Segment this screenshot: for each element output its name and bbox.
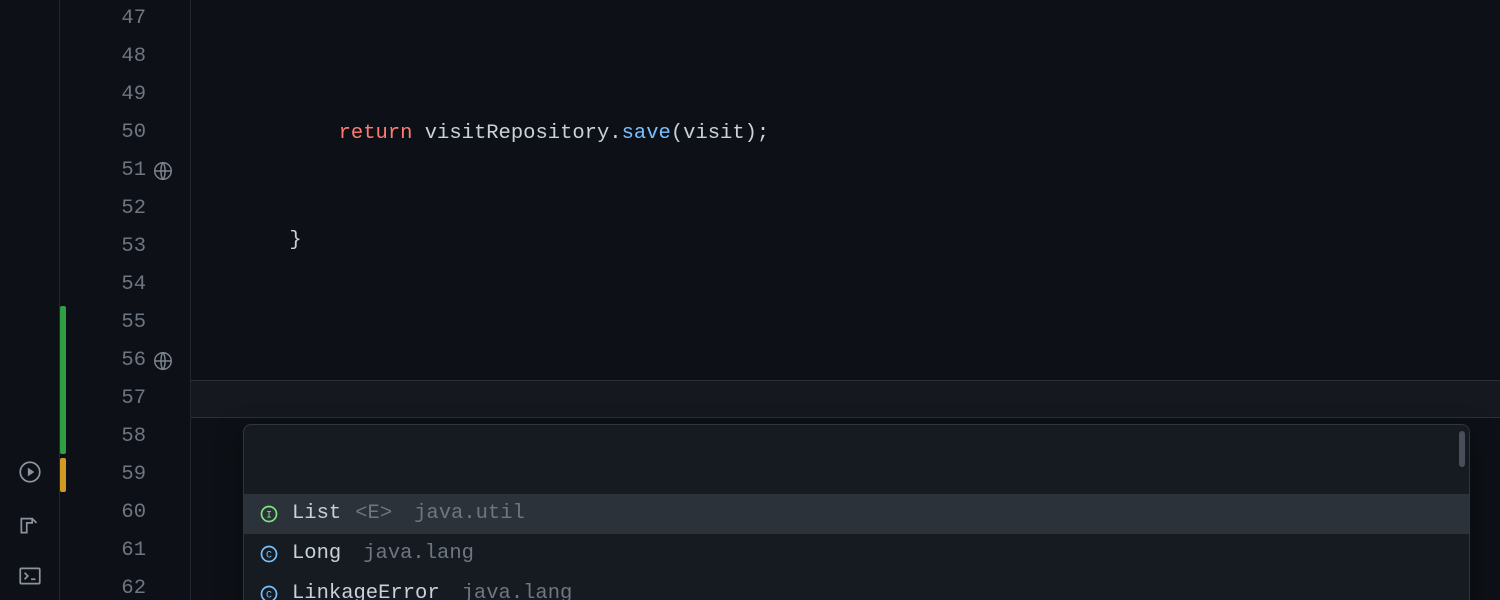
line-number: 54	[66, 266, 146, 304]
line-number: 50	[66, 114, 146, 152]
line-number: 62	[66, 570, 146, 600]
line-number: 56	[66, 342, 146, 380]
autocomplete-scrollbar[interactable]	[1459, 431, 1465, 467]
code-line[interactable]: }	[191, 222, 1500, 260]
activity-bar	[0, 0, 60, 600]
line-number: 52	[66, 190, 146, 228]
editor[interactable]: 47484950515253545556575859606162 return …	[60, 0, 1500, 600]
svg-text:C: C	[266, 550, 272, 561]
autocomplete-item[interactable]: I List <E> java.util	[244, 494, 1469, 534]
line-number: 47	[66, 0, 146, 38]
autocomplete-item-name: List	[292, 494, 341, 534]
svg-text:C: C	[266, 590, 272, 600]
build-icon[interactable]	[16, 510, 44, 538]
interface-icon: I	[258, 503, 280, 525]
run-icon[interactable]	[16, 458, 44, 486]
autocomplete-item[interactable]: C LinkageError java.lang	[244, 574, 1469, 600]
class-icon: C	[258, 583, 280, 600]
line-number: 60	[66, 494, 146, 532]
line-number-gutter: 47484950515253545556575859606162	[66, 0, 146, 600]
line-number: 59	[66, 456, 146, 494]
line-number: 57	[66, 380, 146, 418]
line-number: 58	[66, 418, 146, 456]
line-number: 51	[66, 152, 146, 190]
code-line[interactable]: return visitRepository.save(visit);	[191, 115, 1500, 153]
autocomplete-item-package: java.lang	[363, 534, 474, 574]
autocomplete-item[interactable]: C Long java.lang	[244, 534, 1469, 574]
vcs-added-marker[interactable]	[60, 306, 66, 454]
gutter-annotations	[146, 0, 190, 600]
class-icon: C	[258, 543, 280, 565]
svg-text:I: I	[266, 510, 272, 521]
autocomplete-item-package: java.lang	[462, 574, 573, 600]
autocomplete-item-generic: <E>	[355, 494, 392, 534]
vcs-modified-marker[interactable]	[60, 458, 66, 492]
autocomplete-popup[interactable]: I List <E> java.util C Long java.lang C LinkageE…	[243, 424, 1470, 600]
web-endpoint-icon[interactable]	[152, 160, 174, 182]
code-line[interactable]	[191, 329, 1500, 367]
ide-root: 47484950515253545556575859606162 return …	[0, 0, 1500, 600]
terminal-icon[interactable]	[16, 562, 44, 590]
web-endpoint-icon[interactable]	[152, 350, 174, 372]
vcs-change-strip	[60, 0, 66, 600]
autocomplete-item-name: Long	[292, 534, 341, 574]
code-area[interactable]: return visitRepository.save(visit); } @G…	[191, 0, 1500, 600]
line-number: 55	[66, 304, 146, 342]
current-line-highlight	[191, 380, 1500, 418]
line-number: 48	[66, 38, 146, 76]
line-number: 61	[66, 532, 146, 570]
line-number: 53	[66, 228, 146, 266]
autocomplete-item-package: java.util	[414, 494, 525, 534]
line-number: 49	[66, 76, 146, 114]
autocomplete-item-name: LinkageError	[292, 574, 440, 600]
